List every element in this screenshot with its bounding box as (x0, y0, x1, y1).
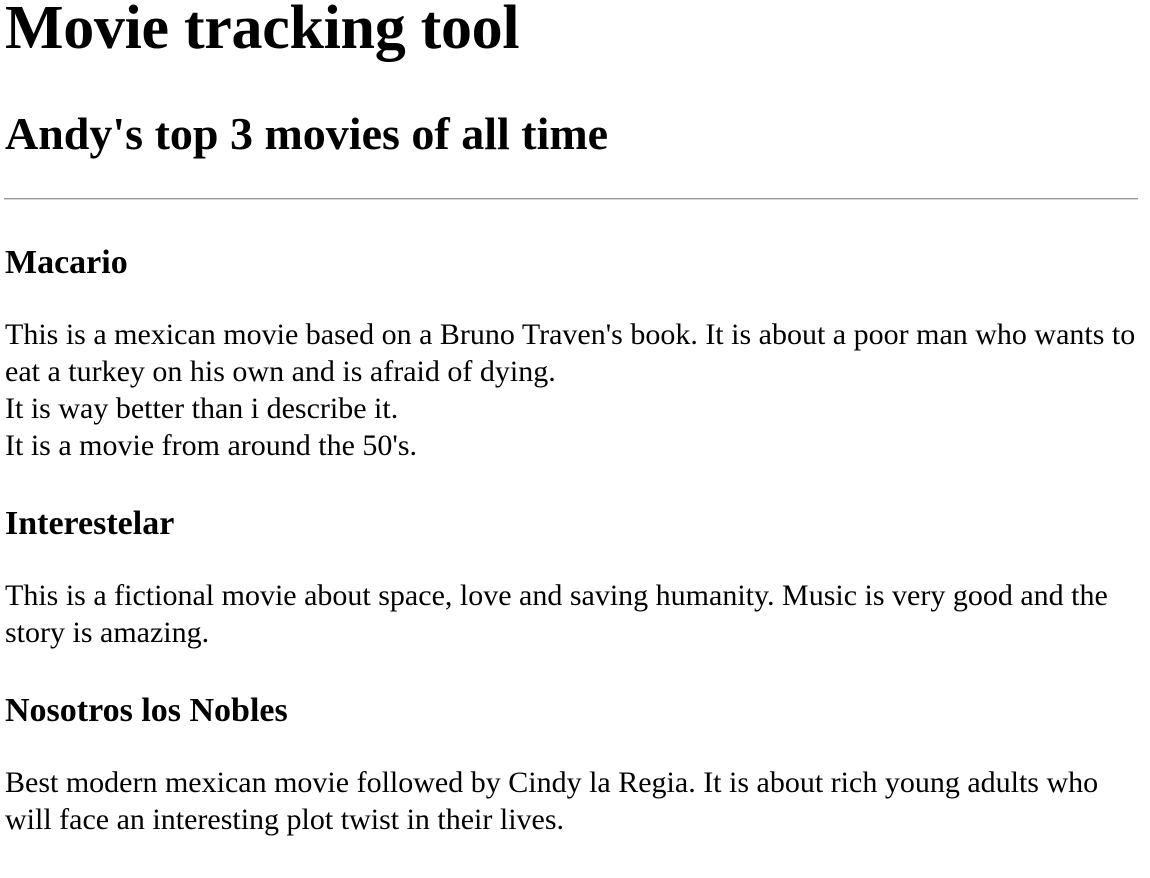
movie-list: Macario This is a mexican movie based on… (5, 240, 1140, 838)
movie-description: This is a mexican movie based on a Bruno… (5, 316, 1140, 464)
movie-title: Nosotros los Nobles (5, 692, 288, 729)
description-line: It is a movie from around the 50's. (5, 429, 417, 462)
movie-description: This is a fictional movie about space, l… (5, 577, 1140, 651)
description-line: This is a fictional movie about space, l… (5, 579, 1108, 649)
divider (4, 198, 1138, 200)
movie-item-interestelar: Interestelar This is a fictional movie a… (5, 501, 1140, 651)
movie-item-nosotros-los-nobles: Nosotros los Nobles Best modern mexican … (5, 688, 1140, 838)
page: Movie tracking tool Andy's top 3 movies … (0, 0, 1150, 878)
description-line: It is way better than i describe it. (5, 392, 399, 425)
page-title: Movie tracking tool (5, 0, 520, 62)
movie-title: Interestelar (5, 505, 175, 542)
description-line: Best modern mexican movie followed by Ci… (5, 766, 1099, 836)
description-line: This is a mexican movie based on a Bruno… (5, 318, 1136, 388)
movie-description: Best modern mexican movie followed by Ci… (5, 764, 1140, 838)
page-subtitle: Andy's top 3 movies of all time (5, 108, 609, 159)
movie-item-macario: Macario This is a mexican movie based on… (5, 240, 1140, 464)
movie-title: Macario (5, 244, 128, 281)
